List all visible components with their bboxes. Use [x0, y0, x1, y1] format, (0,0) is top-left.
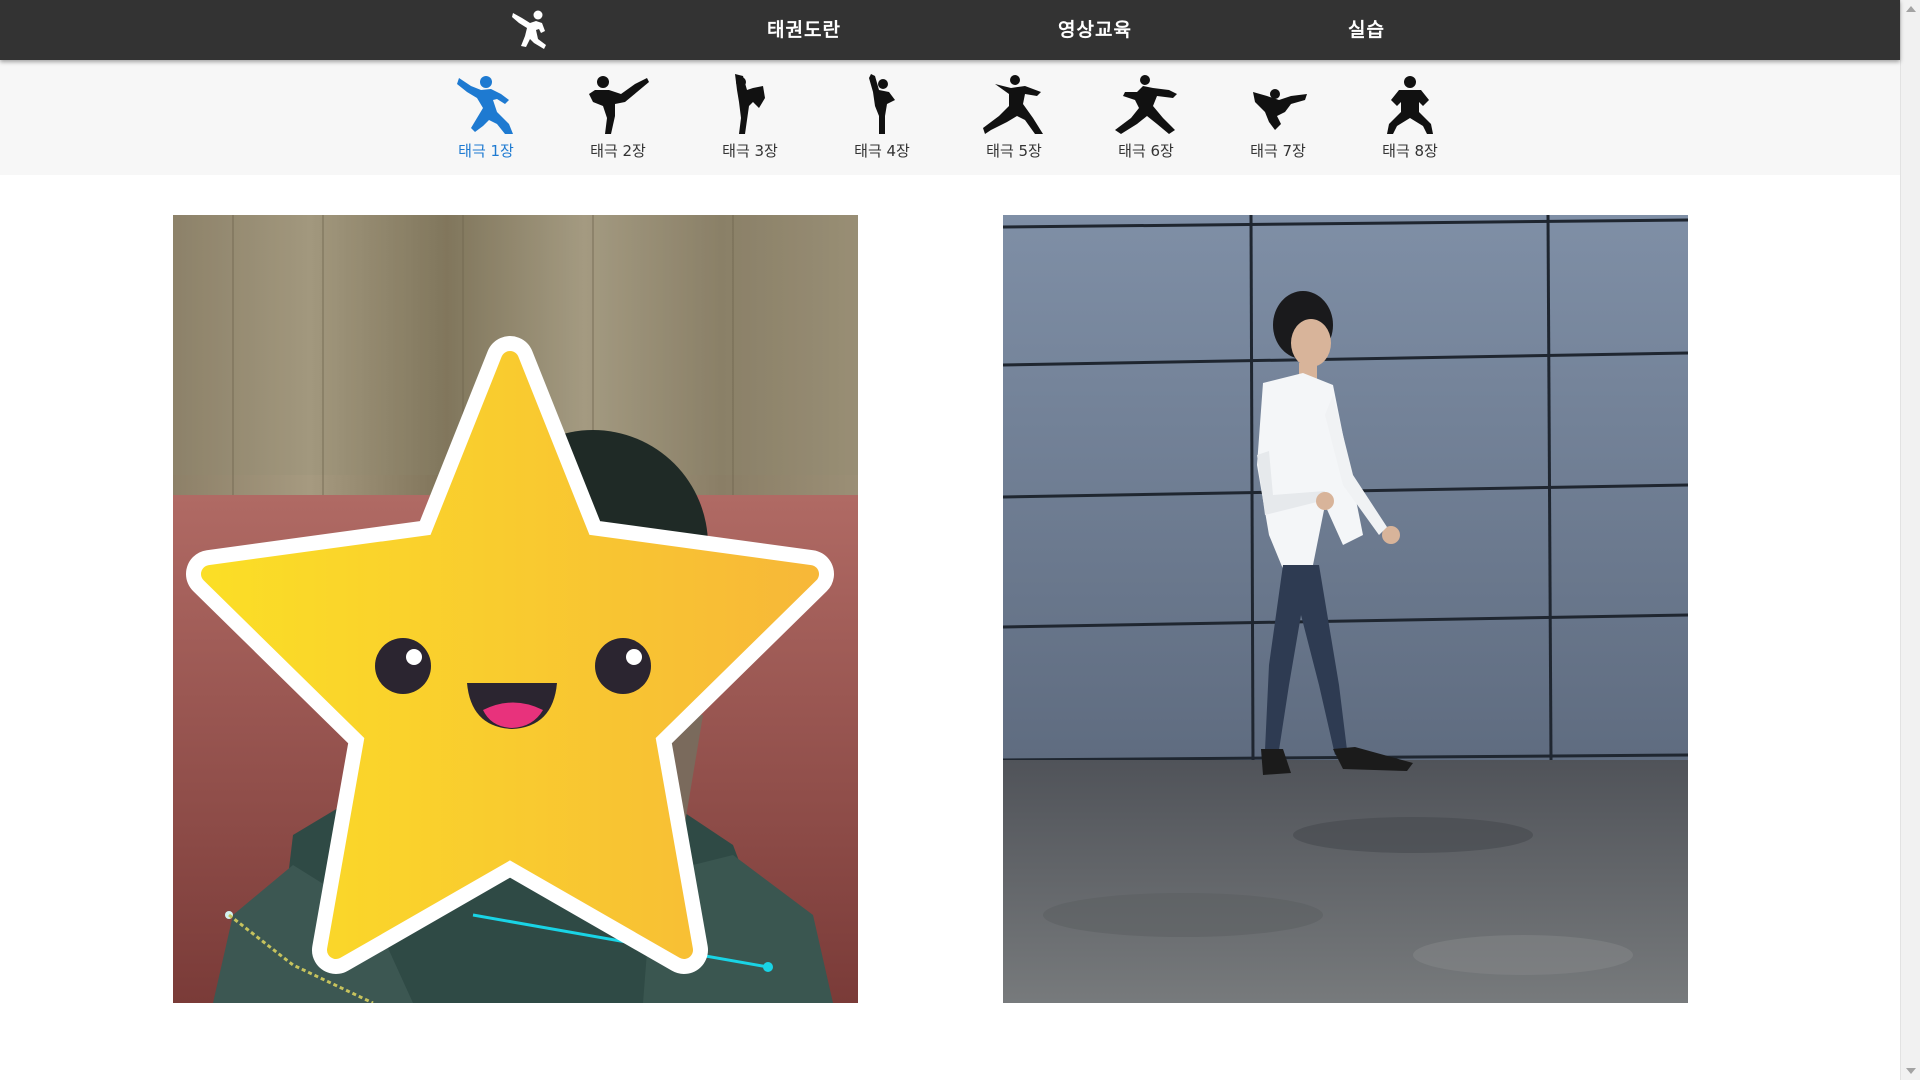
top-navigation-bar: 태권도란 영상교육 실습 — [0, 0, 1900, 60]
form-item-taegeuk-6[interactable]: 태극 6장 — [1096, 72, 1196, 168]
form-label: 태극 6장 — [1118, 142, 1174, 160]
poomsae-2-pose-icon — [589, 76, 649, 134]
poomsae-4-pose-icon — [869, 74, 895, 134]
page: 태권도란 영상교육 실습 태극 1장 태극 2장 태극 3장 태극 4장 태극 … — [0, 0, 1920, 1080]
vertical-scrollbar[interactable] — [1900, 0, 1920, 1080]
form-label: 태극 4장 — [854, 142, 910, 160]
nav-link-practice[interactable]: 실습 — [1348, 0, 1385, 60]
form-label: 태극 8장 — [1382, 142, 1438, 160]
scroll-down-arrow-icon[interactable] — [1906, 1068, 1916, 1074]
nav-link-about[interactable]: 태권도란 — [767, 0, 841, 60]
form-label: 태극 1장 — [458, 142, 514, 160]
poomsae-5-pose-icon — [983, 75, 1043, 134]
form-item-taegeuk-1[interactable]: 태극 1장 — [436, 72, 536, 168]
form-label: 태극 5장 — [986, 142, 1042, 160]
poomsae-8-pose-icon — [1387, 76, 1433, 134]
form-item-taegeuk-7[interactable]: 태극 7장 — [1228, 72, 1328, 168]
nav-link-video-training[interactable]: 영상교육 — [1058, 0, 1132, 60]
form-label: 태극 3장 — [722, 142, 778, 160]
webcam-panel — [173, 215, 858, 1003]
form-item-taegeuk-2[interactable]: 태극 2장 — [568, 72, 668, 168]
poomsae-3-pose-icon — [735, 74, 765, 134]
form-item-taegeuk-4[interactable]: 태극 4장 — [832, 72, 932, 168]
form-item-taegeuk-5[interactable]: 태극 5장 — [964, 72, 1064, 168]
reference-video-panel — [1003, 215, 1688, 1003]
taekwondo-logo-icon[interactable] — [510, 9, 554, 51]
poomsae-6-pose-icon — [1115, 75, 1177, 134]
reference-video-image — [1003, 215, 1688, 1003]
form-item-taegeuk-3[interactable]: 태극 3장 — [700, 72, 800, 168]
poomsae-1-pose-icon — [457, 76, 513, 134]
form-label: 태극 2장 — [590, 142, 646, 160]
webcam-feed-image — [173, 215, 858, 1003]
form-label: 태극 7장 — [1250, 142, 1306, 160]
poomsae-7-pose-icon — [1253, 89, 1307, 130]
scroll-up-arrow-icon[interactable] — [1906, 6, 1916, 12]
poomsae-selector-bar: 태극 1장 태극 2장 태극 3장 태극 4장 태극 5장 태극 6장 태극 7… — [0, 60, 1900, 175]
form-item-taegeuk-8[interactable]: 태극 8장 — [1360, 72, 1460, 168]
